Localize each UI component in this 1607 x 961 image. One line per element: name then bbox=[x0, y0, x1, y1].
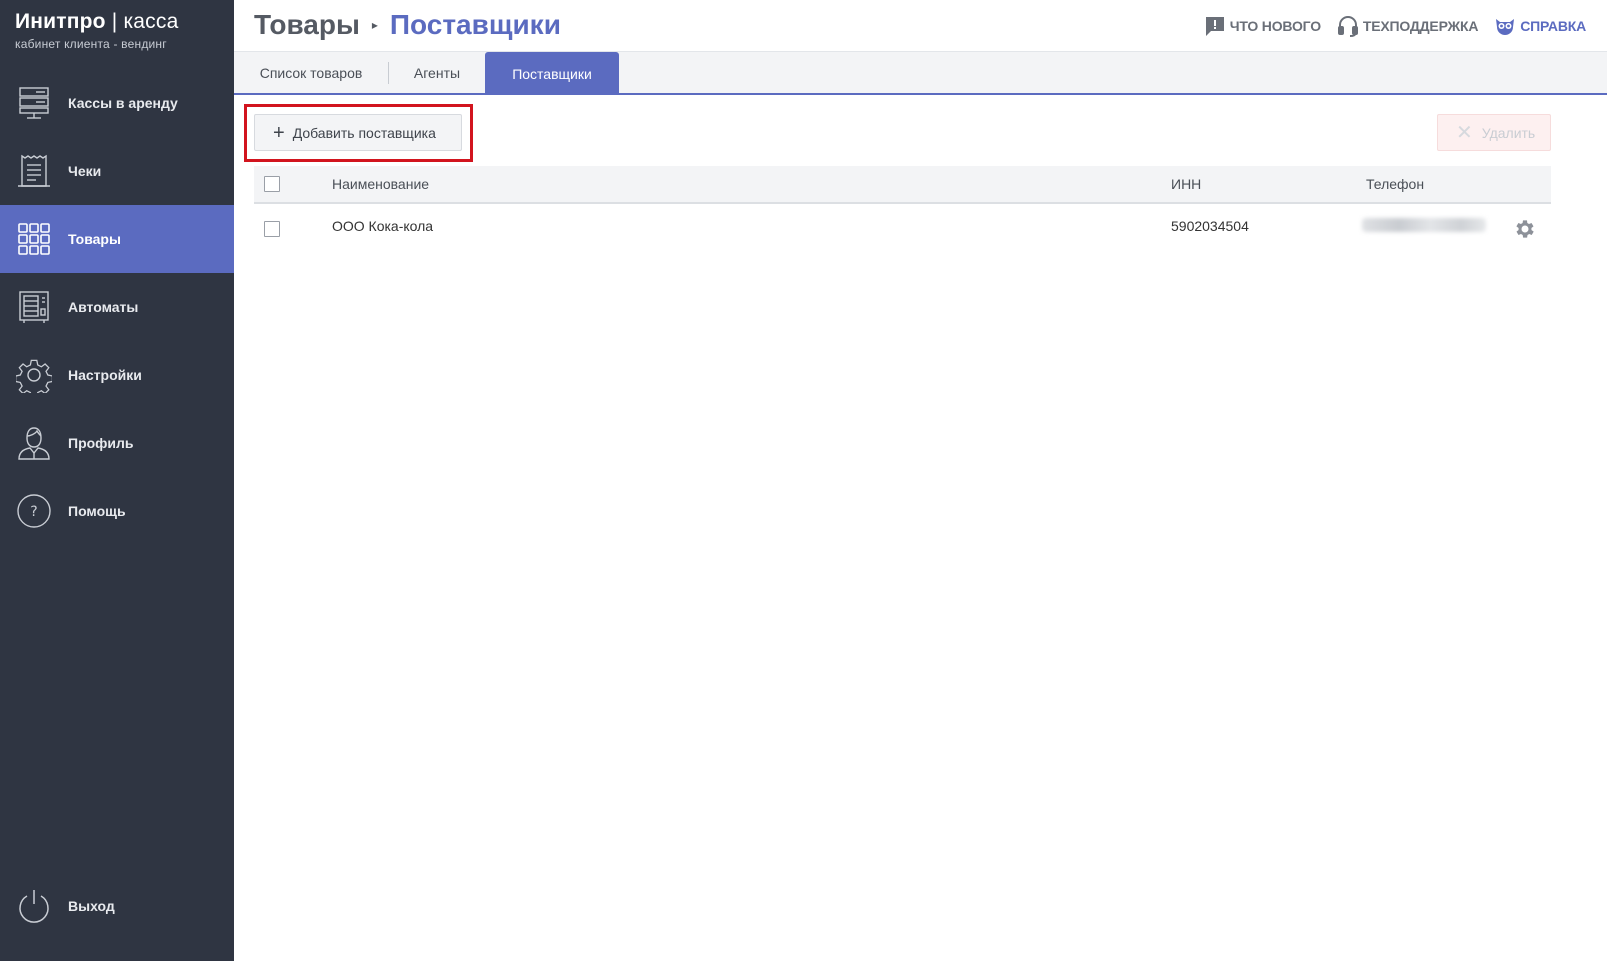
svg-text:?: ? bbox=[30, 504, 37, 520]
delete-label: Удалить bbox=[1481, 124, 1536, 141]
sidebar-item-profile[interactable]: Профиль bbox=[0, 409, 234, 477]
sidebar-item-settings[interactable]: Настройки bbox=[0, 341, 234, 409]
header-links: ЧТО НОВОГО ТЕХПОДДЕРЖКА СПРАВКА bbox=[1204, 15, 1586, 37]
tab-bar: Список товаров Агенты Поставщики bbox=[234, 52, 1607, 95]
page-header: Товары ▸ Поставщики ЧТО НОВОГО ТЕХПОДДЕР… bbox=[234, 0, 1607, 52]
power-icon bbox=[16, 888, 52, 924]
sidebar-item-label: Профиль bbox=[68, 435, 134, 451]
sidebar-item-label: Кассы в аренду bbox=[68, 95, 178, 111]
sidebar-item-receipts[interactable]: Чеки bbox=[0, 137, 234, 205]
logout-label: Выход bbox=[68, 898, 115, 914]
tab-agents[interactable]: Агенты bbox=[389, 52, 485, 93]
user-icon bbox=[16, 425, 52, 461]
column-header-name[interactable]: Наименование bbox=[332, 176, 429, 192]
column-header-phone[interactable]: Телефон bbox=[1366, 176, 1424, 192]
page-title: Поставщики bbox=[389, 9, 561, 40]
sidebar-item-help[interactable]: ? Помощь bbox=[0, 477, 234, 545]
sidebar-item-label: Автоматы bbox=[68, 299, 139, 315]
select-all-checkbox[interactable] bbox=[264, 176, 280, 192]
sidebar-nav: Кассы в аренду Чеки Товары Автоматы Наст… bbox=[0, 69, 234, 545]
support-label: ТЕХПОДДЕРЖКА bbox=[1362, 18, 1479, 34]
tab-suppliers[interactable]: Поставщики bbox=[485, 52, 619, 95]
breadcrumb: Товары ▸ Поставщики bbox=[254, 9, 561, 41]
question-icon: ? bbox=[16, 493, 52, 529]
logout-button[interactable]: Выход bbox=[0, 873, 234, 939]
add-supplier-label: Добавить поставщика bbox=[292, 124, 436, 141]
column-header-inn[interactable]: ИНН bbox=[1171, 176, 1201, 192]
row-settings-gear-icon[interactable] bbox=[1513, 217, 1537, 241]
whats-new-link[interactable]: ЧТО НОВОГО bbox=[1204, 15, 1321, 37]
sidebar: Инитпро | касса кабинет клиента - вендин… bbox=[0, 0, 234, 961]
gear-icon bbox=[16, 357, 52, 393]
sidebar-item-rental-registers[interactable]: Кассы в аренду bbox=[0, 69, 234, 137]
help-link[interactable]: СПРАВКА bbox=[1494, 15, 1586, 37]
sidebar-item-label: Настройки bbox=[68, 367, 142, 383]
add-supplier-button[interactable]: + Добавить поставщика bbox=[254, 114, 462, 151]
sidebar-item-label: Товары bbox=[68, 231, 121, 247]
breadcrumb-separator-icon: ▸ bbox=[371, 18, 378, 32]
chat-alert-icon bbox=[1204, 15, 1226, 37]
table-header: Наименование ИНН Телефон bbox=[254, 166, 1551, 204]
headset-icon bbox=[1337, 15, 1359, 37]
help-label: СПРАВКА bbox=[1520, 18, 1586, 34]
sidebar-item-label: Помощь bbox=[68, 503, 126, 519]
support-link[interactable]: ТЕХПОДДЕРЖКА bbox=[1337, 15, 1478, 37]
supplier-inn: 5902034504 bbox=[1171, 218, 1249, 234]
grid-icon bbox=[16, 221, 52, 257]
close-icon: ✕ bbox=[1456, 121, 1473, 144]
tab-product-list[interactable]: Список товаров bbox=[234, 52, 388, 93]
sidebar-item-label: Чеки bbox=[68, 163, 102, 179]
whats-new-label: ЧТО НОВОГО bbox=[1229, 18, 1321, 34]
vending-machine-icon bbox=[16, 289, 52, 325]
server-icon bbox=[16, 85, 52, 121]
supplier-name: ООО Кока-кола bbox=[332, 218, 434, 234]
table-row[interactable]: ООО Кока-кола 5902034504 bbox=[254, 205, 1551, 251]
receipt-icon bbox=[16, 153, 52, 189]
supplier-phone-blurred bbox=[1362, 218, 1486, 232]
delete-button[interactable]: ✕ Удалить bbox=[1437, 114, 1551, 151]
sidebar-item-products[interactable]: Товары bbox=[0, 205, 234, 273]
brand-subtitle: кабинет клиента - вендинг bbox=[15, 37, 167, 51]
brand-logo[interactable]: Инитпро | касса кабинет клиента - вендин… bbox=[15, 10, 178, 51]
row-checkbox[interactable] bbox=[264, 221, 280, 237]
brand-title: Инитпро | касса bbox=[15, 10, 179, 33]
plus-icon: + bbox=[273, 121, 285, 144]
sidebar-item-vending-machines[interactable]: Автоматы bbox=[0, 273, 234, 341]
breadcrumb-root[interactable]: Товары bbox=[254, 9, 360, 41]
owl-icon bbox=[1494, 15, 1516, 37]
